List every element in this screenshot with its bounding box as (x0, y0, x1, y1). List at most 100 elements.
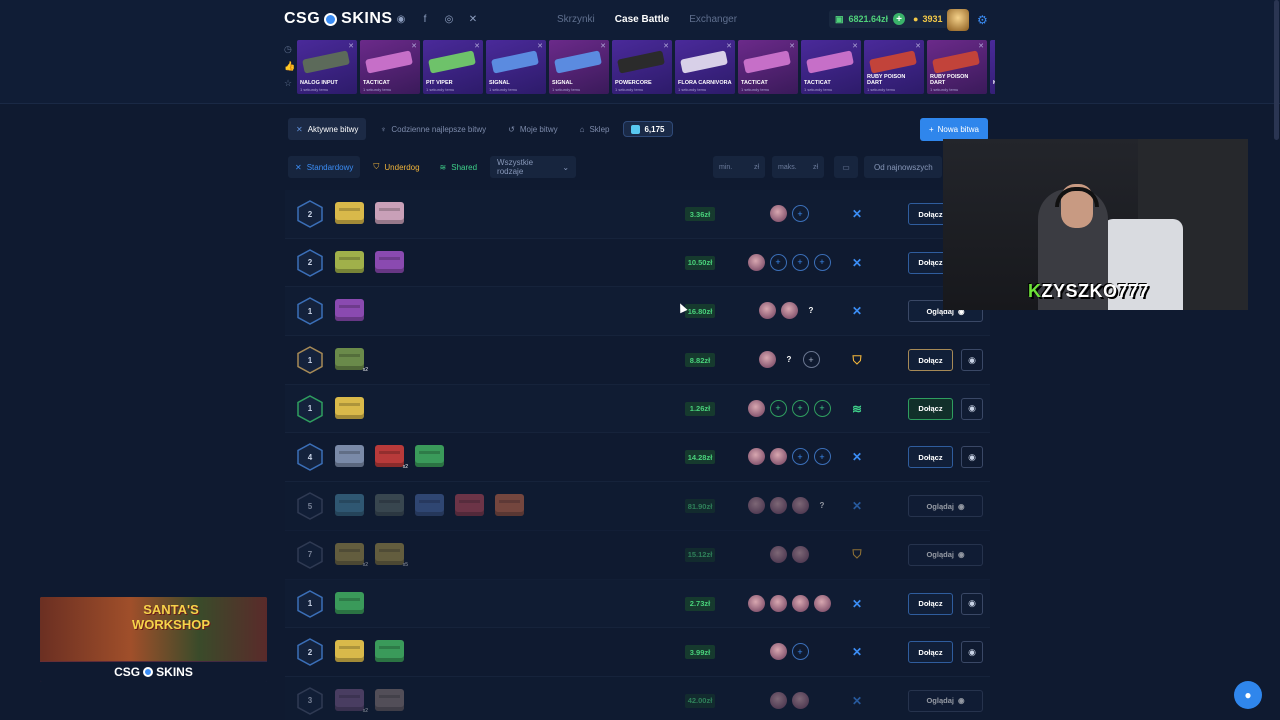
feed-item[interactable]: ✕ SIGNAL 1 sekundy temu (486, 40, 546, 94)
player-avatar[interactable] (769, 497, 787, 515)
filter-shared[interactable]: ≋ Shared (433, 156, 485, 178)
add-player-icon[interactable]: + (791, 399, 809, 417)
join-button[interactable]: Dołącz (908, 641, 953, 664)
add-player-icon[interactable]: + (813, 448, 831, 466)
add-player-icon[interactable]: + (791, 448, 809, 466)
battle-row[interactable]: 5 81.90zł? ✕ Oglądaj ◉ (285, 482, 990, 531)
battle-row[interactable]: 7 x2 x5 15.12zł ⛉ Oglądaj ◉ (285, 531, 990, 580)
player-avatar[interactable] (769, 691, 787, 709)
deposit-plus-icon[interactable]: + (893, 13, 906, 25)
add-player-icon[interactable]: + (769, 253, 787, 271)
feed-item[interactable]: ✕ SIGNAL 1 sekundy temu (549, 40, 609, 94)
min-price-input[interactable]: min. zł (713, 156, 765, 178)
clock-icon[interactable]: ◷ (284, 44, 295, 55)
nav-case-battle[interactable]: Case Battle (615, 14, 669, 25)
feed-item[interactable]: ✕ NALOG INPUT 1 sekundy temu (297, 40, 357, 94)
feed-item[interactable]: ✕ FLORA CARNIVORA 1 sekundy temu (675, 40, 735, 94)
battle-row[interactable]: 1 1.26zł + + + ≋ Dołącz ◉ (285, 384, 990, 434)
player-avatar[interactable] (758, 302, 776, 320)
star-icon[interactable]: ☆ (284, 78, 295, 89)
eye-icon[interactable]: ◉ (961, 397, 983, 420)
unknown-player-icon: ? (808, 306, 814, 316)
eye-icon[interactable]: ◉ (961, 641, 983, 664)
player-avatar[interactable] (769, 205, 787, 222)
settings-gear-icon[interactable]: ⚙ (977, 13, 988, 27)
type-select[interactable]: Wszystkie rodzaje ⌄ (490, 156, 577, 178)
battle-row[interactable]: 2 3.99zł + ✕ Dołącz ◉ (285, 628, 990, 677)
filter-standard[interactable]: ✕ Standardowy (288, 156, 361, 178)
max-price-input[interactable]: maks. zł (772, 156, 824, 178)
player-avatar[interactable] (780, 302, 798, 320)
player-avatar[interactable] (791, 545, 809, 563)
view-toggle-icon[interactable]: ▭ (834, 156, 858, 178)
eye-icon[interactable]: ◉ (961, 592, 983, 615)
player-avatar[interactable] (769, 545, 787, 563)
add-player-icon[interactable]: + (769, 399, 787, 417)
feed-item[interactable]: ✕ TACTICAT 1 sekundy temu (801, 40, 861, 94)
player-avatar[interactable] (747, 448, 765, 466)
balance-display[interactable]: ▣ 6821.64zł + (829, 10, 912, 28)
feed-item[interactable]: ✕ PIT VIPER 1 sekundy temu (423, 40, 483, 94)
nav-cases[interactable]: Skrzynki (557, 14, 595, 25)
thumb-up-icon[interactable]: 👍 (284, 61, 295, 72)
join-button[interactable]: Dołącz (908, 349, 953, 372)
player-avatar[interactable] (747, 594, 765, 612)
filter-underdog[interactable]: ⛉ Underdog (366, 156, 426, 178)
tab-my-battles[interactable]: ↺ Moje bitwy (500, 118, 566, 140)
battle-row[interactable]: 1 16.80zł? ✕ Oglądaj ◉ (285, 287, 990, 337)
add-player-icon[interactable]: + (791, 205, 809, 222)
feed-item[interactable]: ✕ RUBY POISON DART 1 sekundy temu (864, 40, 924, 94)
chat-bubble-icon[interactable]: ● (1234, 681, 1262, 709)
eye-icon[interactable]: ◉ (961, 349, 983, 372)
battle-row[interactable]: 23.36zł+✕Dołącz◉ (285, 190, 990, 239)
twitter-x-icon[interactable]: ✕ (466, 12, 480, 26)
join-button[interactable]: Dołącz (908, 446, 953, 469)
nav-exchanger[interactable]: Exchanger (689, 14, 737, 25)
player-avatar[interactable] (747, 497, 765, 515)
add-player-icon[interactable]: + (802, 351, 820, 369)
tab-active-battles[interactable]: ✕ Aktywne bitwy (288, 118, 367, 140)
battle-row[interactable]: 4 x2 14.28zł + + ✕ Dołącz ◉ (285, 433, 990, 483)
battle-price: 15.12zł (685, 547, 715, 562)
player-avatar[interactable] (747, 399, 765, 417)
watch-button[interactable]: Oglądaj ◉ (908, 495, 983, 518)
sort-select[interactable]: Od najnowszych (864, 156, 942, 178)
tab-shop[interactable]: ⌂ Sklep (572, 118, 618, 140)
feed-item[interactable]: ✕K (990, 40, 995, 94)
player-avatar[interactable] (758, 351, 776, 369)
santas-workshop-promo[interactable]: SANTA'S WORKSHOP CSG SKINS (40, 597, 267, 682)
feed-item[interactable]: ✕ TACTICAT 1 sekundy temu (360, 40, 420, 94)
watch-button[interactable]: Oglądaj ◉ (908, 543, 983, 566)
player-avatar[interactable] (791, 691, 809, 709)
watch-button[interactable]: Oglądaj ◉ (908, 689, 983, 712)
site-logo[interactable]: CSG SKINS (284, 10, 393, 28)
add-player-icon[interactable]: + (791, 643, 809, 661)
join-button[interactable]: Dołącz (908, 592, 953, 615)
discord-icon[interactable]: ◉ (394, 12, 408, 26)
player-avatar[interactable] (791, 594, 809, 612)
player-avatar[interactable] (791, 497, 809, 515)
player-avatar[interactable] (813, 594, 831, 612)
tab-daily-best[interactable]: ♆ Codzienne najlepsze bitwy (372, 118, 494, 140)
add-player-icon[interactable]: + (791, 253, 809, 271)
battle-row[interactable]: 3 x2 42.00zł ✕ Oglądaj ◉ (285, 676, 990, 720)
page-scrollbar[interactable] (1274, 0, 1279, 140)
player-avatar[interactable] (769, 594, 787, 612)
instagram-icon[interactable]: ◎ (442, 12, 456, 26)
player-avatar[interactable] (747, 253, 765, 271)
feed-item[interactable]: ✕ POWERCORE 1 sekundy temu (612, 40, 672, 94)
player-avatar[interactable] (769, 448, 787, 466)
facebook-icon[interactable]: f (418, 12, 432, 26)
join-button[interactable]: Dołącz (908, 397, 953, 420)
add-player-icon[interactable]: + (813, 253, 831, 271)
user-avatar[interactable] (947, 9, 969, 31)
eye-icon[interactable]: ◉ (961, 446, 983, 469)
battle-row[interactable]: 1 x2 8.82zł? + ⛉ Dołącz ◉ (285, 336, 990, 385)
battle-row[interactable]: 1 2.73zł ✕ Dołącz ◉ (285, 579, 990, 629)
feed-item[interactable]: ✕ RUBY POISON DART 1 sekundy temu (927, 40, 987, 94)
battle-row[interactable]: 210.50zł+++✕Dołącz◉ (285, 239, 990, 288)
new-battle-button[interactable]: + Nowa bitwa (920, 118, 988, 141)
feed-item[interactable]: ✕ TACTICAT 1 sekundy temu (738, 40, 798, 94)
add-player-icon[interactable]: + (813, 399, 831, 417)
player-avatar[interactable] (769, 643, 787, 661)
